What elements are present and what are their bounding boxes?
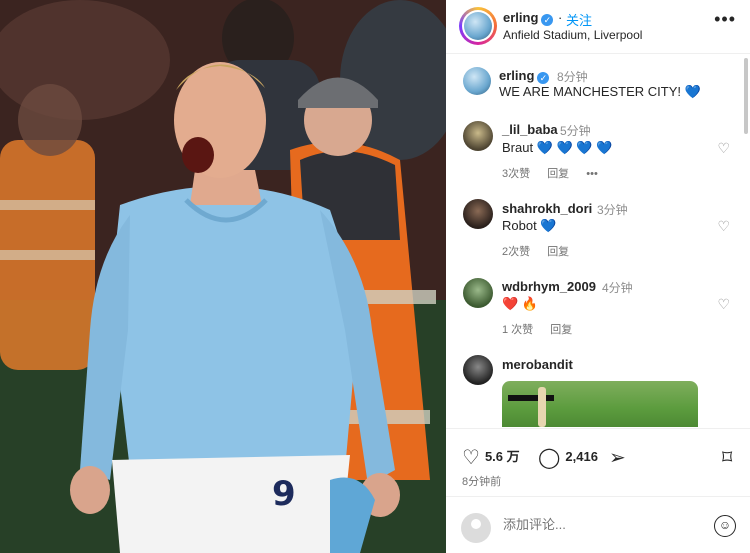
caption-text: WE ARE MANCHESTER CITY! 💙 xyxy=(499,84,701,99)
comment-username[interactable]: merobandit xyxy=(502,357,573,372)
add-comment-bar: ☺ xyxy=(446,496,750,553)
comment-reply-button[interactable]: 回复 xyxy=(547,168,569,180)
scoreboard-graphic xyxy=(508,395,554,401)
comment-avatar[interactable] xyxy=(463,199,493,229)
comment-reply-button[interactable]: 回复 xyxy=(547,246,569,258)
comment-time: 3分钟 xyxy=(597,203,628,217)
comment-username[interactable]: shahrokh_dori xyxy=(502,201,592,216)
comment-like-heart-icon[interactable]: ♡ xyxy=(717,296,730,313)
comments-scrollbar[interactable] xyxy=(744,58,748,134)
comment-embedded-image[interactable] xyxy=(502,381,698,427)
comment-time: 5分钟 xyxy=(560,124,591,138)
comment-more-icon[interactable]: ••• xyxy=(586,168,598,180)
save-button[interactable]: ⌑ xyxy=(722,445,737,470)
author-avatar[interactable] xyxy=(459,7,497,45)
comment-avatar[interactable] xyxy=(463,278,493,308)
comment-reply-button[interactable]: 回复 xyxy=(550,324,572,336)
bookmark-icon[interactable]: ⌑ xyxy=(722,447,732,469)
svg-text:9: 9 xyxy=(272,474,296,514)
comment-likes-count[interactable]: 3次赞 xyxy=(502,168,530,180)
current-user-avatar[interactable] xyxy=(461,513,491,543)
post-location[interactable]: Anfield Stadium, Liverpool xyxy=(503,28,642,42)
caption-username[interactable]: erling ✓ xyxy=(499,68,550,84)
comment-input[interactable] xyxy=(503,517,693,532)
heart-icon[interactable]: ♡ xyxy=(462,447,480,469)
post-detail-panel: erling ✓ · 关注 Anfield Stadium, Liverpool … xyxy=(446,0,750,553)
author-username[interactable]: erling ✓ xyxy=(503,10,554,26)
comment-meta: 3次赞 回复 ••• xyxy=(502,165,612,181)
verified-badge-icon: ✓ xyxy=(537,72,550,84)
comment-like-heart-icon[interactable]: ♡ xyxy=(717,140,730,157)
comment-meta: 1 次赞 回复 xyxy=(502,321,586,337)
like-count[interactable]: 5.6 万 xyxy=(485,449,520,464)
share-button[interactable]: ➢ xyxy=(609,445,631,470)
comment-text: Robot 💙 xyxy=(502,218,557,233)
separator-dot: · xyxy=(558,10,563,25)
comment-username[interactable]: _lil_baba xyxy=(502,122,558,137)
like-button[interactable]: ♡ 5.6 万 xyxy=(462,445,520,470)
comment-username[interactable]: wdbrhym_2009 xyxy=(502,279,596,294)
post-header: erling ✓ · 关注 Anfield Stadium, Liverpool … xyxy=(446,0,750,54)
player-figure-graphic xyxy=(538,387,546,427)
comment-time: 4分钟 xyxy=(602,281,633,295)
comment-bubble-icon[interactable]: ◯ xyxy=(538,447,560,469)
photo-illustration: 9 xyxy=(0,0,446,553)
post-timestamp[interactable]: 8分钟前 xyxy=(462,473,501,489)
emoji-icon[interactable]: ☺ xyxy=(714,515,736,537)
author-username-text[interactable]: erling xyxy=(503,10,538,25)
caption-username-text[interactable]: erling xyxy=(499,68,534,83)
caption-avatar[interactable] xyxy=(463,67,491,95)
follow-button[interactable]: 关注 xyxy=(566,10,592,29)
comment-meta: 2次赞 回复 xyxy=(502,243,583,259)
comment-count[interactable]: 2,416 xyxy=(565,449,598,464)
comment-like-heart-icon[interactable]: ♡ xyxy=(717,218,730,235)
comment-avatar[interactable] xyxy=(463,355,493,385)
comment-text: Braut 💙 💙 💙 💙 xyxy=(502,140,613,155)
verified-badge-icon: ✓ xyxy=(541,14,554,26)
comment-button[interactable]: ◯ 2,416 xyxy=(538,445,598,470)
comment-likes-count[interactable]: 1 次赞 xyxy=(502,324,533,336)
more-options-icon[interactable]: ••• xyxy=(714,10,736,28)
comment-avatar[interactable] xyxy=(463,121,493,151)
caption-time: 8分钟 xyxy=(557,70,588,84)
comment-text: ❤️ 🔥 xyxy=(502,296,538,311)
post-photo[interactable]: 9 xyxy=(0,0,446,553)
share-plane-icon[interactable]: ➢ xyxy=(609,447,626,469)
comment-likes-count[interactable]: 2次赞 xyxy=(502,246,530,258)
